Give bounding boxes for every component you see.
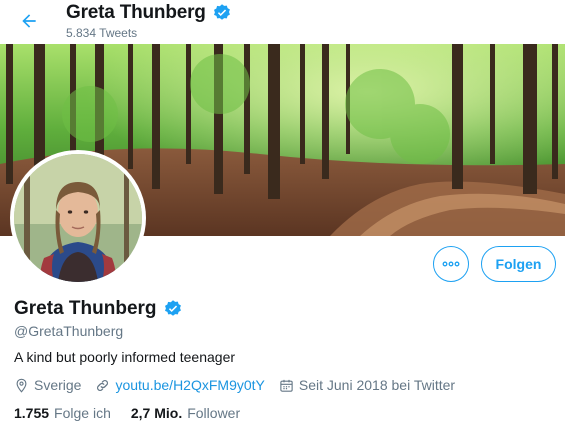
verified-badge-icon (164, 300, 181, 316)
profile-header: Greta Thunberg 5.834 Tweets (0, 0, 582, 44)
profile-name-row: Greta Thunberg (14, 298, 183, 320)
arrow-left-icon (22, 14, 36, 28)
followers-stat[interactable]: 2,7 Mio. Follower (131, 405, 240, 421)
following-label: Folge ich (54, 405, 111, 421)
profile-bio: A kind but poorly informed teenager (14, 349, 236, 365)
more-dots-icon (442, 261, 460, 267)
avatar[interactable] (10, 150, 146, 286)
website-link[interactable]: youtu.be/H2QxFM9y0tY (115, 377, 264, 393)
followers-label: Follower (187, 405, 241, 421)
joined-text: Seit Juni 2018 bei Twitter (298, 377, 456, 393)
followers-count: 2,7 Mio. (130, 405, 183, 421)
follow-button[interactable]: Folgen (481, 246, 556, 282)
joined-item: Seit Juni 2018 bei Twitter (279, 377, 455, 393)
profile-handle: @GretaThunberg (14, 323, 124, 339)
website-item: youtu.be/H2QxFM9y0tY (95, 377, 265, 393)
header-name-row: Greta Thunberg (66, 2, 232, 24)
more-options-button[interactable] (433, 246, 469, 282)
profile-name: Greta Thunberg (14, 298, 157, 319)
location-text: Sverige (34, 377, 82, 393)
header-name: Greta Thunberg (66, 2, 206, 23)
location-pin-icon (16, 378, 27, 393)
calendar-icon (280, 379, 293, 392)
following-stat[interactable]: 1.755 Folge ich (14, 405, 111, 421)
back-button[interactable] (16, 8, 42, 34)
profile-meta: Sverige youtu.be/H2QxFM9y0tY Seit Juni 2… (14, 377, 469, 393)
verified-badge-icon (213, 4, 230, 20)
location-item: Sverige (14, 377, 81, 393)
tweet-count: 5.834 Tweets (66, 26, 138, 40)
following-count: 1.755 (14, 405, 50, 421)
link-icon (97, 379, 109, 391)
profile-stats: 1.755 Folge ich 2,7 Mio. Follower (14, 405, 260, 421)
